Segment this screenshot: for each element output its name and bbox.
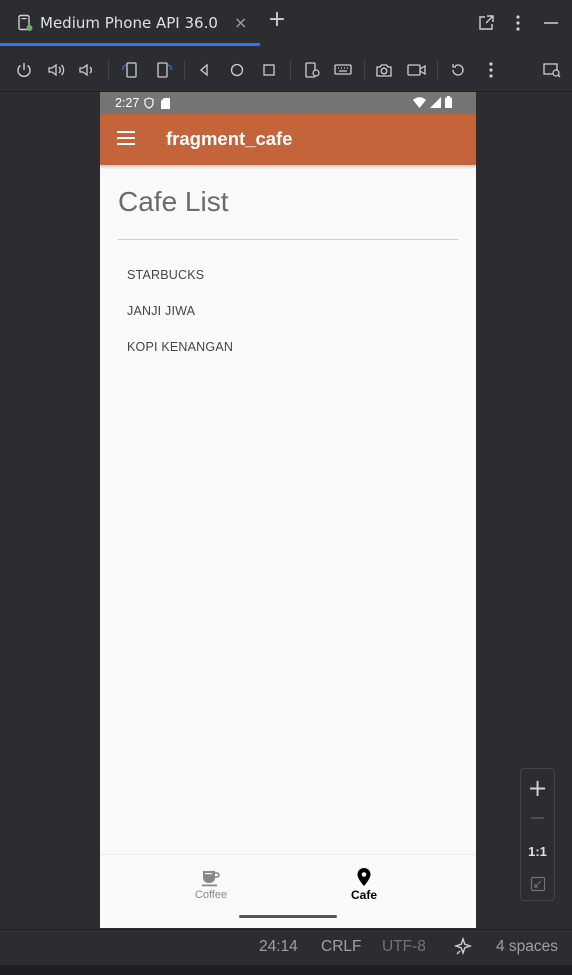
device-settings-icon[interactable] [300,58,324,82]
external-window-icon[interactable] [475,12,497,34]
power-icon[interactable] [12,58,36,82]
list-item[interactable]: KOPI KENANGAN [127,340,233,376]
nav-item-cafe[interactable]: Cafe [270,855,458,915]
close-icon[interactable]: × [234,13,247,32]
battery-icon [445,96,452,108]
sd-card-icon [161,97,171,109]
toolbar-separator [364,60,365,80]
zoom-actual-size-button[interactable]: 1:1 [521,839,554,863]
menu-icon[interactable] [117,131,135,145]
ai-assistant-icon[interactable] [453,936,473,962]
location-pin-icon [357,868,371,886]
list-item[interactable]: STARBUCKS [127,268,233,304]
tab-title: Medium Phone API 36.0 [40,14,218,32]
video-icon[interactable] [405,58,429,82]
volume-down-icon[interactable] [75,58,99,82]
toolbar-separator [184,60,185,80]
page-title: Cafe List [118,186,229,217]
nav-label-coffee: Coffee [194,889,228,901]
status-time: 2:27 [115,96,140,110]
gesture-handle[interactable] [239,915,337,918]
more-vertical-icon[interactable] [479,58,503,82]
signal-icon [430,96,441,108]
toolbar-separator [290,60,291,80]
minimize-icon[interactable] [540,12,562,34]
toolbar-separator [108,60,109,80]
list-item[interactable]: JANJI JIWA [127,304,233,340]
back-icon[interactable] [192,58,216,82]
shield-icon [144,97,154,109]
divider [118,239,458,240]
reset-icon[interactable] [446,58,470,82]
rotate-left-icon[interactable] [118,58,142,82]
indent-setting[interactable]: 4 spaces [496,938,558,956]
line-separator[interactable]: CRLF [321,938,361,956]
volume-up-icon[interactable] [44,58,68,82]
file-encoding[interactable]: UTF-8 [382,938,426,956]
coffee-cup-icon [201,869,221,887]
device-screen[interactable]: 2:27 fragment_cafe Cafe List STARBUCKS J… [100,92,476,928]
nav-label-cafe: Cafe [350,888,377,902]
app-bar: fragment_cafe [100,114,476,165]
rotate-right-icon[interactable] [152,58,176,82]
wifi-icon [413,96,426,108]
zoom-in-button[interactable]: + [521,773,554,803]
toolbar-separator [437,60,438,80]
cafe-list: STARBUCKS JANJI JIWA KOPI KENANGAN [127,268,233,376]
keyboard-icon[interactable] [331,58,355,82]
device-icon [16,14,34,32]
caret-position[interactable]: 24:14 [259,938,298,956]
zoom-controls: + — 1:1 [520,768,555,901]
android-status-bar: 2:27 [100,92,476,114]
app-bar-title: fragment_cafe [166,128,293,149]
window-bottom-edge [0,965,572,975]
home-icon[interactable] [225,58,249,82]
camera-icon[interactable] [372,58,396,82]
editor-tab-bar: Medium Phone API 36.0 × + [0,0,572,46]
add-tab-button[interactable]: + [266,9,288,31]
zoom-out-button[interactable]: — [521,805,554,831]
fit-screen-icon[interactable] [521,871,554,897]
ide-status-bar: 24:14 CRLF UTF-8 4 spaces [0,929,572,965]
emulator-toolbar [0,48,572,92]
tab-active-indicator [0,43,260,46]
layout-inspector-icon[interactable] [540,58,564,82]
tab-medium-phone[interactable]: Medium Phone API 36.0 × [0,0,260,46]
more-vertical-icon[interactable] [507,12,529,34]
overview-icon[interactable] [257,58,281,82]
